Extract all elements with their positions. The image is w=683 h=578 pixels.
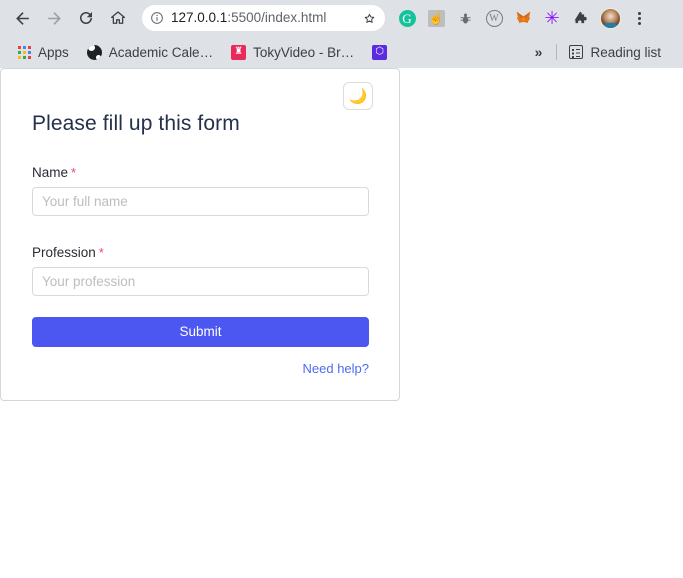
w-extension-icon[interactable]: W	[480, 4, 508, 32]
bookmark-academic-calendar[interactable]: Academic Cale…	[81, 40, 219, 64]
reading-list-label: Reading list	[590, 44, 661, 60]
bookmark-apps[interactable]: Apps	[12, 40, 75, 64]
name-input[interactable]	[32, 187, 369, 216]
name-label-text: Name	[32, 165, 69, 180]
browser-toolbar: 127.0.0.1:5500/index.html G ☝ W ✳	[0, 0, 683, 36]
url-host: 127.0.0.1	[171, 10, 228, 25]
fox-glyph	[516, 11, 530, 23]
bookmark-apps-label: Apps	[38, 44, 69, 60]
extensions-area: G ☝ W ✳	[393, 4, 677, 32]
home-button[interactable]	[104, 4, 132, 32]
url-path: :5500/index.html	[227, 10, 327, 25]
avatar	[599, 7, 621, 29]
reading-list-button[interactable]: Reading list	[563, 40, 667, 64]
hand-glyph: ☝	[427, 9, 445, 27]
purple-asterisk-extension-icon[interactable]: ✳	[538, 4, 566, 32]
puzzle-glyph	[574, 11, 587, 24]
page-viewport: 🌙 Please fill up this form Name* Profess…	[0, 68, 683, 578]
submit-button[interactable]: Submit	[32, 317, 369, 347]
need-help-link[interactable]: Need help?	[303, 361, 370, 376]
asterisk-glyph: ✳	[544, 8, 560, 28]
profession-input[interactable]	[32, 267, 369, 296]
profession-label-text: Profession	[32, 245, 96, 260]
tokyvideo-icon: ♜	[231, 44, 247, 60]
puzzle-extensions-icon[interactable]	[567, 4, 595, 32]
page-title: Please fill up this form	[32, 112, 240, 135]
arrow-left-icon	[15, 11, 29, 25]
bookmark-tokyvideo-label: TokyVideo - Br…	[253, 44, 355, 60]
globe-icon	[86, 44, 102, 60]
profession-field-label: Profession *	[32, 245, 369, 260]
reading-list-icon	[569, 45, 584, 59]
chrome-menu-icon	[637, 11, 641, 26]
chrome-menu-button[interactable]	[625, 4, 653, 32]
address-bar[interactable]: 127.0.0.1:5500/index.html	[142, 5, 385, 31]
name-field-label: Name *	[32, 165, 369, 180]
metamask-fox-extension-icon[interactable]	[509, 4, 537, 32]
form-card: 🌙 Please fill up this form Name* Profess…	[0, 68, 400, 401]
profession-required-marker: *	[98, 245, 104, 260]
bookmark-dropbox[interactable]: ⬡	[366, 40, 393, 64]
browser-chrome: 127.0.0.1:5500/index.html G ☝ W ✳ Apps A…	[0, 0, 683, 68]
bookmarks-divider	[556, 44, 558, 60]
bookmark-star-icon[interactable]	[362, 11, 377, 26]
grammarly-glyph: G	[398, 9, 416, 27]
bookmark-academic-calendar-label: Academic Cale…	[108, 44, 214, 60]
forward-button[interactable]	[40, 4, 68, 32]
hand-cursor-extension-icon[interactable]: ☝	[422, 4, 450, 32]
bug-glyph	[460, 13, 470, 23]
grammarly-extension-icon[interactable]: G	[393, 4, 421, 32]
site-info-icon[interactable]	[150, 11, 164, 25]
url-text[interactable]: 127.0.0.1:5500/index.html	[171, 5, 356, 31]
bookmarks-overflow-button[interactable]: »	[527, 44, 551, 60]
help-row: Need help?	[32, 360, 370, 378]
back-button[interactable]	[8, 4, 36, 32]
bookmarks-bar: Apps Academic Cale… ♜ TokyVideo - Br… ⬡ …	[0, 36, 683, 68]
arrow-right-icon	[47, 11, 61, 25]
dropbox-icon: ⬡	[372, 44, 388, 60]
profile-avatar-button[interactable]	[596, 4, 624, 32]
crescent-moon-icon[interactable]: 🌙	[343, 82, 373, 110]
apps-grid-icon	[18, 45, 31, 59]
bug-extension-icon[interactable]	[451, 4, 479, 32]
w-glyph: W	[485, 9, 503, 27]
home-icon	[110, 11, 126, 24]
reload-button[interactable]	[72, 4, 100, 32]
bookmark-tokyvideo[interactable]: ♜ TokyVideo - Br…	[225, 40, 360, 64]
name-required-marker: *	[71, 165, 77, 180]
reload-icon	[80, 12, 92, 24]
